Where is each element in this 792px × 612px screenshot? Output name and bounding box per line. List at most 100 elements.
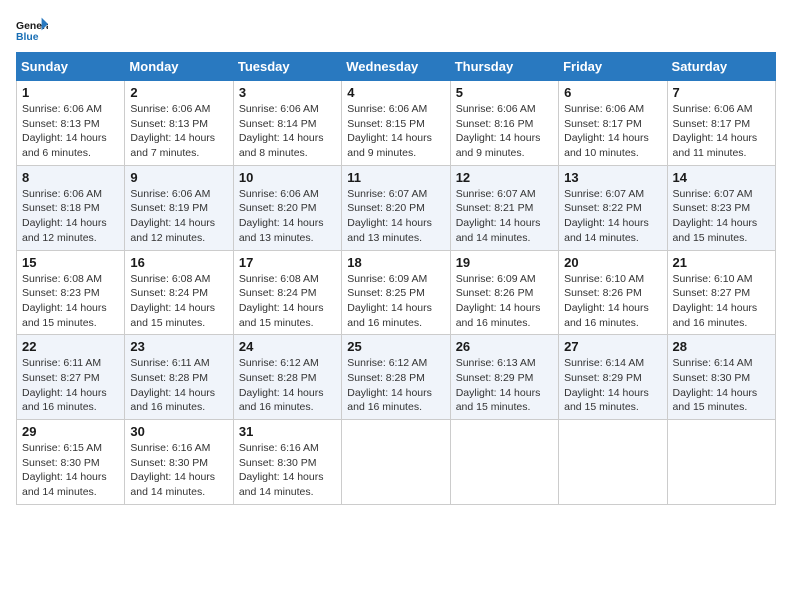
day-info: Sunrise: 6:07 AMSunset: 8:21 PMDaylight:…	[456, 187, 553, 246]
day-number: 27	[564, 339, 661, 354]
header-wednesday: Wednesday	[342, 53, 450, 81]
day-info: Sunrise: 6:06 AMSunset: 8:16 PMDaylight:…	[456, 102, 553, 161]
day-cell-21: 21 Sunrise: 6:10 AMSunset: 8:27 PMDayligh…	[667, 250, 775, 335]
day-number: 5	[456, 85, 553, 100]
header-tuesday: Tuesday	[233, 53, 341, 81]
day-info: Sunrise: 6:08 AMSunset: 8:24 PMDaylight:…	[130, 272, 227, 331]
day-info: Sunrise: 6:06 AMSunset: 8:14 PMDaylight:…	[239, 102, 336, 161]
day-cell-7: 7 Sunrise: 6:06 AMSunset: 8:17 PMDaylight…	[667, 81, 775, 166]
day-cell-9: 9 Sunrise: 6:06 AMSunset: 8:19 PMDaylight…	[125, 165, 233, 250]
day-number: 25	[347, 339, 444, 354]
header-thursday: Thursday	[450, 53, 558, 81]
day-info: Sunrise: 6:06 AMSunset: 8:17 PMDaylight:…	[673, 102, 770, 161]
day-cell-28: 28 Sunrise: 6:14 AMSunset: 8:30 PMDayligh…	[667, 335, 775, 420]
header-friday: Friday	[559, 53, 667, 81]
header-monday: Monday	[125, 53, 233, 81]
day-number: 29	[22, 424, 119, 439]
day-number: 15	[22, 255, 119, 270]
day-info: Sunrise: 6:15 AMSunset: 8:30 PMDaylight:…	[22, 441, 119, 500]
day-info: Sunrise: 6:10 AMSunset: 8:26 PMDaylight:…	[564, 272, 661, 331]
day-number: 11	[347, 170, 444, 185]
day-cell-31: 31Sunrise: 6:16 AMSunset: 8:30 PMDayligh…	[233, 420, 341, 505]
day-cell-27: 27Sunrise: 6:14 AMSunset: 8:29 PMDayligh…	[559, 335, 667, 420]
day-info: Sunrise: 6:14 AMSunset: 8:30 PMDaylight:…	[673, 356, 770, 415]
empty-cell	[342, 420, 450, 505]
page-header: General Blue	[16, 16, 776, 44]
logo-icon: General Blue	[16, 16, 48, 44]
day-info: Sunrise: 6:06 AMSunset: 8:20 PMDaylight:…	[239, 187, 336, 246]
day-number: 3	[239, 85, 336, 100]
day-cell-20: 20 Sunrise: 6:10 AMSunset: 8:26 PMDayligh…	[559, 250, 667, 335]
header-saturday: Saturday	[667, 53, 775, 81]
day-cell-22: 22 Sunrise: 6:11 AMSunset: 8:27 PMDayligh…	[17, 335, 125, 420]
day-info: Sunrise: 6:08 AMSunset: 8:24 PMDaylight:…	[239, 272, 336, 331]
day-info: Sunrise: 6:06 AMSunset: 8:19 PMDaylight:…	[130, 187, 227, 246]
day-number: 8	[22, 170, 119, 185]
day-number: 30	[130, 424, 227, 439]
week-row-1: 1 Sunrise: 6:06 AMSunset: 8:13 PMDaylight…	[17, 81, 776, 166]
day-number: 10	[239, 170, 336, 185]
day-cell-1: 1Sunrise: 6:06 AMSunset: 8:13 PMDaylight…	[17, 81, 125, 166]
calendar-table: SundayMondayTuesdayWednesdayThursdayFrid…	[16, 52, 776, 505]
days-header-row: SundayMondayTuesdayWednesdayThursdayFrid…	[17, 53, 776, 81]
day-cell-30: 30 Sunrise: 6:16 AMSunset: 8:30 PMDayligh…	[125, 420, 233, 505]
day-info: Sunrise: 6:06 AMSunset: 8:18 PMDaylight:…	[22, 187, 119, 246]
day-number: 21	[673, 255, 770, 270]
day-info: Sunrise: 6:07 AMSunset: 8:22 PMDaylight:…	[564, 187, 661, 246]
day-cell-8: 8 Sunrise: 6:06 AMSunset: 8:18 PMDaylight…	[17, 165, 125, 250]
empty-cell	[667, 420, 775, 505]
day-number: 7	[673, 85, 770, 100]
day-number: 23	[130, 339, 227, 354]
day-number: 16	[130, 255, 227, 270]
day-number: 22	[22, 339, 119, 354]
day-cell-25: 25 Sunrise: 6:12 AMSunset: 8:28 PMDayligh…	[342, 335, 450, 420]
week-row-5: 29 Sunrise: 6:15 AMSunset: 8:30 PMDayligh…	[17, 420, 776, 505]
day-number: 18	[347, 255, 444, 270]
day-number: 17	[239, 255, 336, 270]
day-cell-5: 5 Sunrise: 6:06 AMSunset: 8:16 PMDaylight…	[450, 81, 558, 166]
day-cell-24: 24 Sunrise: 6:12 AMSunset: 8:28 PMDayligh…	[233, 335, 341, 420]
day-cell-16: 16 Sunrise: 6:08 AMSunset: 8:24 PMDayligh…	[125, 250, 233, 335]
day-number: 14	[673, 170, 770, 185]
day-info: Sunrise: 6:11 AMSunset: 8:27 PMDaylight:…	[22, 356, 119, 415]
day-cell-17: 17 Sunrise: 6:08 AMSunset: 8:24 PMDayligh…	[233, 250, 341, 335]
day-info: Sunrise: 6:10 AMSunset: 8:27 PMDaylight:…	[673, 272, 770, 331]
day-number: 9	[130, 170, 227, 185]
day-info: Sunrise: 6:16 AMSunset: 8:30 PMDaylight:…	[130, 441, 227, 500]
day-cell-10: 10 Sunrise: 6:06 AMSunset: 8:20 PMDayligh…	[233, 165, 341, 250]
day-cell-3: 3 Sunrise: 6:06 AMSunset: 8:14 PMDaylight…	[233, 81, 341, 166]
day-info: Sunrise: 6:09 AMSunset: 8:25 PMDaylight:…	[347, 272, 444, 331]
day-number: 20	[564, 255, 661, 270]
day-number: 24	[239, 339, 336, 354]
day-cell-15: 15Sunrise: 6:08 AMSunset: 8:23 PMDayligh…	[17, 250, 125, 335]
day-cell-12: 12 Sunrise: 6:07 AMSunset: 8:21 PMDayligh…	[450, 165, 558, 250]
week-row-2: 8 Sunrise: 6:06 AMSunset: 8:18 PMDaylight…	[17, 165, 776, 250]
day-info: Sunrise: 6:07 AMSunset: 8:23 PMDaylight:…	[673, 187, 770, 246]
day-info: Sunrise: 6:09 AMSunset: 8:26 PMDaylight:…	[456, 272, 553, 331]
day-info: Sunrise: 6:06 AMSunset: 8:13 PMDaylight:…	[130, 102, 227, 161]
empty-cell	[559, 420, 667, 505]
day-cell-4: 4Sunrise: 6:06 AMSunset: 8:15 PMDaylight…	[342, 81, 450, 166]
day-cell-13: 13 Sunrise: 6:07 AMSunset: 8:22 PMDayligh…	[559, 165, 667, 250]
day-info: Sunrise: 6:13 AMSunset: 8:29 PMDaylight:…	[456, 356, 553, 415]
day-info: Sunrise: 6:12 AMSunset: 8:28 PMDaylight:…	[239, 356, 336, 415]
day-cell-11: 11Sunrise: 6:07 AMSunset: 8:20 PMDayligh…	[342, 165, 450, 250]
day-number: 31	[239, 424, 336, 439]
week-row-4: 22 Sunrise: 6:11 AMSunset: 8:27 PMDayligh…	[17, 335, 776, 420]
day-cell-14: 14 Sunrise: 6:07 AMSunset: 8:23 PMDayligh…	[667, 165, 775, 250]
day-number: 4	[347, 85, 444, 100]
day-info: Sunrise: 6:06 AMSunset: 8:17 PMDaylight:…	[564, 102, 661, 161]
day-cell-26: 26Sunrise: 6:13 AMSunset: 8:29 PMDayligh…	[450, 335, 558, 420]
header-sunday: Sunday	[17, 53, 125, 81]
day-number: 1	[22, 85, 119, 100]
day-info: Sunrise: 6:12 AMSunset: 8:28 PMDaylight:…	[347, 356, 444, 415]
day-number: 28	[673, 339, 770, 354]
day-number: 12	[456, 170, 553, 185]
logo: General Blue	[16, 16, 48, 44]
day-cell-18: 18 Sunrise: 6:09 AMSunset: 8:25 PMDayligh…	[342, 250, 450, 335]
svg-text:Blue: Blue	[16, 32, 39, 43]
day-number: 2	[130, 85, 227, 100]
day-number: 13	[564, 170, 661, 185]
day-info: Sunrise: 6:11 AMSunset: 8:28 PMDaylight:…	[130, 356, 227, 415]
day-cell-2: 2 Sunrise: 6:06 AMSunset: 8:13 PMDaylight…	[125, 81, 233, 166]
